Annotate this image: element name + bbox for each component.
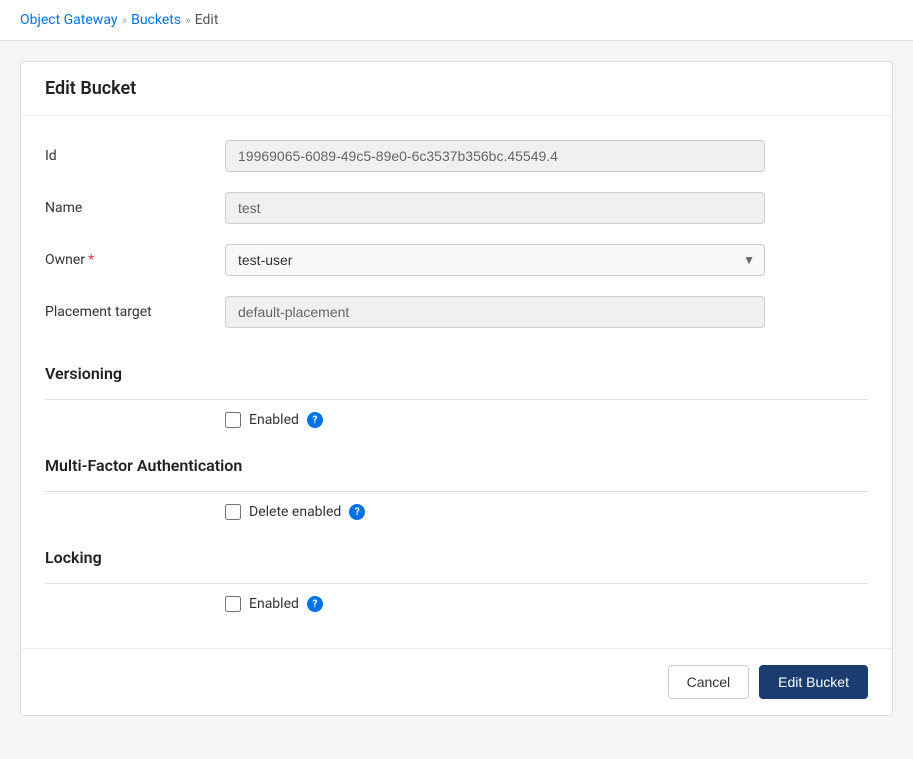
cancel-button[interactable]: Cancel xyxy=(668,665,750,699)
locking-enabled-label: Enabled xyxy=(249,596,299,612)
locking-title: Locking xyxy=(45,532,868,575)
card-footer: Cancel Edit Bucket xyxy=(21,648,892,715)
card-title: Edit Bucket xyxy=(45,78,868,99)
owner-field-group: Owner* test-user ▼ xyxy=(45,244,868,276)
breadcrumb-sep-1: » xyxy=(121,13,127,27)
owner-select-wrapper: test-user ▼ xyxy=(225,244,765,276)
versioning-title: Versioning xyxy=(45,348,868,391)
mfa-section: Multi-Factor Authentication Delete enabl… xyxy=(45,440,868,532)
mfa-delete-enabled-label: Delete enabled xyxy=(249,504,341,520)
locking-enabled-checkbox[interactable] xyxy=(225,596,241,612)
versioning-section: Versioning Enabled ? xyxy=(45,348,868,440)
placement-label: Placement target xyxy=(45,304,225,320)
id-label: Id xyxy=(45,148,225,164)
versioning-enabled-checkbox[interactable] xyxy=(225,412,241,428)
name-label: Name xyxy=(45,200,225,216)
card-header: Edit Bucket xyxy=(21,62,892,116)
breadcrumb-current: Edit xyxy=(195,12,219,28)
locking-enabled-group: Enabled ? xyxy=(45,584,868,624)
breadcrumb-buckets[interactable]: Buckets xyxy=(131,12,181,28)
breadcrumb: Object Gateway » Buckets » Edit xyxy=(0,0,913,41)
breadcrumb-sep-2: » xyxy=(185,13,191,27)
versioning-help-icon[interactable]: ? xyxy=(307,412,323,428)
mfa-delete-enabled-group: Delete enabled ? xyxy=(45,492,868,532)
mfa-delete-enabled-checkbox[interactable] xyxy=(225,504,241,520)
name-field-group: Name xyxy=(45,192,868,224)
placement-input xyxy=(225,296,765,328)
breadcrumb-root[interactable]: Object Gateway xyxy=(20,12,117,28)
owner-select[interactable]: test-user xyxy=(225,244,765,276)
versioning-enabled-group: Enabled ? xyxy=(45,400,868,440)
placement-field-group: Placement target xyxy=(45,296,868,328)
card-body: Id Name Owner* test-user ▼ Placeme xyxy=(21,116,892,648)
mfa-title: Multi-Factor Authentication xyxy=(45,440,868,483)
mfa-help-icon[interactable]: ? xyxy=(349,504,365,520)
required-indicator: * xyxy=(88,252,94,268)
versioning-enabled-label: Enabled xyxy=(249,412,299,428)
id-field-group: Id xyxy=(45,140,868,172)
edit-bucket-button[interactable]: Edit Bucket xyxy=(759,665,868,699)
name-input xyxy=(225,192,765,224)
id-input xyxy=(225,140,765,172)
edit-bucket-card: Edit Bucket Id Name Owner* test-user ▼ xyxy=(20,61,893,716)
locking-help-icon[interactable]: ? xyxy=(307,596,323,612)
locking-section: Locking Enabled ? xyxy=(45,532,868,624)
owner-label: Owner* xyxy=(45,252,225,268)
